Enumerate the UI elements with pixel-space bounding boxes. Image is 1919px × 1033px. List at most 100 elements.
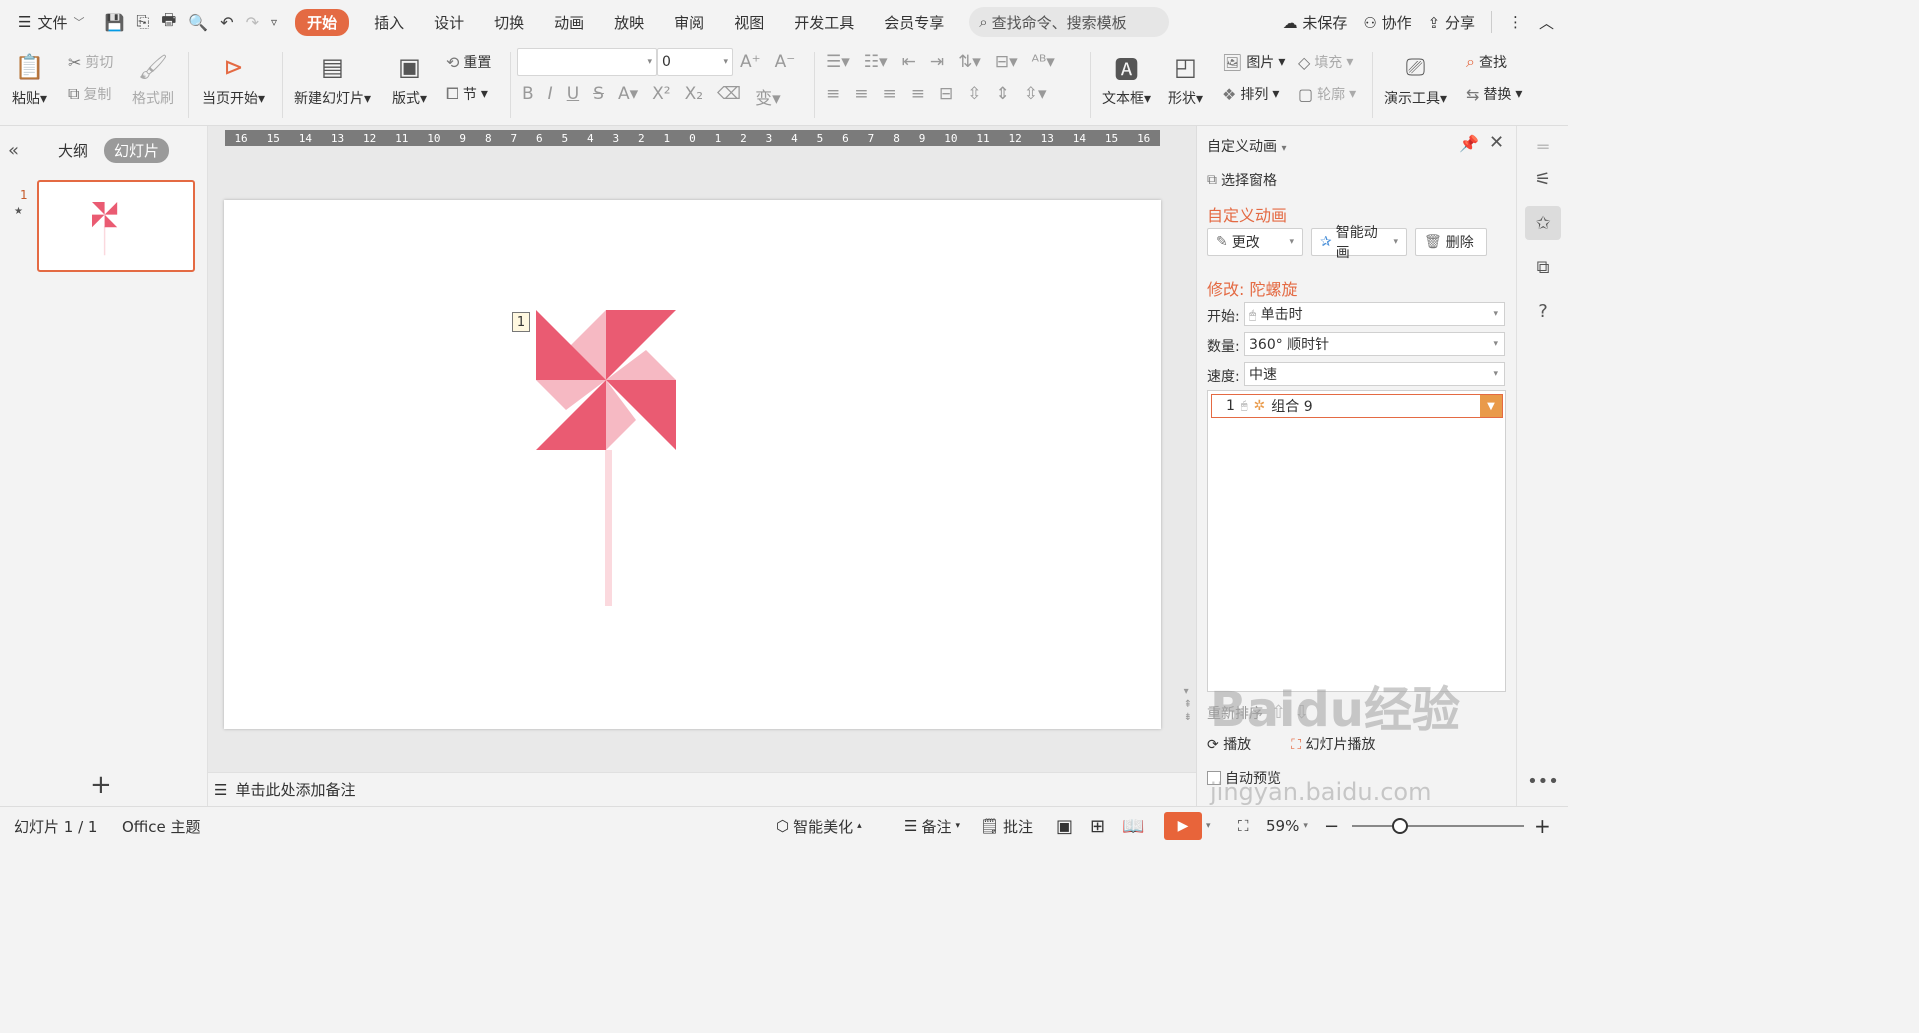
notes-button[interactable]: ☰ 备注 ▾ [904,807,960,845]
print-preview-icon[interactable]: 🔍 [188,13,208,32]
tab-review[interactable]: 审阅 [674,9,704,36]
close-icon[interactable]: ✕ [1489,132,1504,153]
zoom-level[interactable]: 59% ▾ [1266,807,1308,845]
export-icon[interactable]: ⎘ [136,12,149,32]
font-color-icon[interactable]: A▾ [618,84,638,109]
slide-transition-icon[interactable]: ⧉ [1525,250,1561,284]
animation-order-tag[interactable]: 1 [512,312,530,332]
underline-icon[interactable]: U [567,84,579,109]
more-icon[interactable]: ⋮ [1508,13,1523,31]
reset-button[interactable]: ⟲ 重置 [446,52,491,72]
presentation-tool-button[interactable]: ⎚ 演示工具▾ [1384,50,1447,108]
chevron-down-icon[interactable]: ▼ [1480,395,1502,417]
pinwheel-group[interactable] [536,310,681,610]
properties-icon[interactable]: ⚟ [1525,162,1561,196]
zoom-slider[interactable] [1352,807,1524,845]
pane-title[interactable]: 自定义动画 ▾ [1207,136,1286,156]
picture-button[interactable]: 🖼 图片 ▾ [1222,52,1285,72]
animation-icon[interactable]: ✩ [1525,206,1561,240]
replace-button[interactable]: ⇆ 替换 ▾ [1466,84,1522,104]
distribute-icon[interactable]: ⊟ [939,84,953,104]
change-button[interactable]: ✎ 更改 ▾ [1207,228,1303,256]
print-icon[interactable]: 🖶 [161,9,176,36]
align-center-icon[interactable]: ≡ [854,84,868,104]
align-left-icon[interactable]: ≡ [826,84,840,104]
columns-icon[interactable]: ⊟▾ [995,52,1018,72]
undo-icon[interactable]: ↶ [220,13,233,32]
tab-home[interactable]: 开始 [295,8,350,36]
numbering-icon[interactable]: ☷▾ [864,52,888,72]
share-button[interactable]: ⇪ 分享 [1428,12,1475,33]
decrease-indent-icon[interactable]: ⇤ [902,52,916,72]
copy-button[interactable]: ⧉ 复制 [68,84,111,104]
zoom-out-icon[interactable]: − [1324,807,1339,845]
paste-button[interactable]: 📋 粘贴▾ [12,50,47,108]
slideshow-play-button[interactable]: ▶ ▾ [1164,807,1211,845]
tab-developer[interactable]: 开发工具 [794,9,854,36]
smart-animation-button[interactable]: ✰ 智能动画 ▾ [1311,225,1407,261]
save-icon[interactable]: 💾 [104,13,124,32]
find-button[interactable]: ⌕ 查找 [1466,52,1507,72]
shape-button[interactable]: ◰ 形状▾ [1168,50,1203,108]
grow-font-icon[interactable]: A⁺ [740,52,761,72]
file-menu[interactable]: ☰ 文件 ﹀ [0,12,94,33]
outline-button[interactable]: ▢ 轮廓 ▾ [1298,84,1356,104]
tab-outline[interactable]: 大纲 [48,138,98,163]
redo-icon[interactable]: ↷ [246,13,259,32]
notes-area[interactable]: ☰ 单击此处添加备注 [208,772,1196,806]
unsaved-button[interactable]: ☁ 未保存 [1283,12,1348,33]
tab-insert[interactable]: 插入 [374,9,404,36]
sorter-view-icon[interactable]: ⊞ [1090,807,1105,845]
textbox-button[interactable]: 🅰 文本框▾ [1102,50,1151,108]
pin-icon[interactable]: 📌 [1459,134,1479,153]
text-direction-icon[interactable]: ⇅▾ [958,52,981,72]
text-effects-icon[interactable]: ᴬᴮ▾ [1032,52,1055,72]
align-right-icon[interactable]: ≡ [883,84,897,104]
tab-slideshow[interactable]: 放映 [614,9,644,36]
comment-button[interactable]: 🗒 批注 [980,807,1033,845]
help-icon[interactable]: ? [1525,294,1561,328]
tab-animation[interactable]: 动画 [554,9,584,36]
select-pane-link[interactable]: ⧉ 选择窗格 [1207,170,1277,190]
layout-button[interactable]: ▣ 版式▾ [392,50,427,108]
subscript-icon[interactable]: X₂ [685,84,703,109]
arrange-button[interactable]: ❖ 排列 ▾ [1222,84,1279,104]
move-up-icon[interactable]: ⇧ [1271,702,1286,723]
collab-button[interactable]: ⚇ 协作 [1363,12,1411,33]
italic-icon[interactable]: I [548,84,553,109]
reading-view-icon[interactable]: 📖 [1122,807,1144,845]
move-down-icon[interactable]: ⇩ [1294,702,1309,723]
amount-select[interactable]: 360° 顺时针 ▾ [1244,332,1505,356]
para-spacing-icon[interactable]: ⇳▾ [1024,84,1047,104]
normal-view-icon[interactable]: ▣ [1056,807,1073,845]
font-family-select[interactable]: ▾ [517,48,657,76]
tab-view[interactable]: 视图 [734,9,764,36]
increase-indent-icon[interactable]: ⇥ [930,52,944,72]
from-current-button[interactable]: ⊳ 当页开始▾ [202,50,265,108]
justify-icon[interactable]: ≡ [911,84,925,104]
line-spacing-icon[interactable]: ⇳ [967,84,981,104]
customize-icon[interactable]: ▿ [271,15,277,29]
new-slide-button[interactable]: ▤ 新建幻灯片▾ [294,50,371,108]
more-options-icon[interactable]: ••• [1525,764,1561,798]
slideshow-button[interactable]: ⛶ 幻灯片播放 [1291,734,1375,754]
auto-preview-checkbox[interactable]: 自动预览 [1207,768,1281,788]
font-size-select[interactable]: 0 ▾ [657,48,733,76]
bold-icon[interactable]: B [522,84,534,109]
fill-button[interactable]: ◇ 填充 ▾ [1298,52,1353,72]
section-button[interactable]: ⧠ 节 ▾ [446,84,488,104]
vertical-align-icon[interactable]: ⇕ [996,84,1010,104]
beautify-button[interactable]: ⬡ 智能美化 ▴ [776,807,862,845]
phonetic-icon[interactable]: 变▾ [755,84,781,109]
canvas-scroll-arrows[interactable]: ▾ ⇞ ⇟ [1184,686,1192,723]
theme-name[interactable]: Office 主题 [122,807,201,845]
superscript-icon[interactable]: X² [652,84,670,109]
tab-transition[interactable]: 切换 [494,9,524,36]
strikethrough-icon[interactable]: S [593,84,604,109]
collapse-panel-icon[interactable]: « [8,140,19,161]
play-button[interactable]: ⟳ 播放 [1207,734,1251,754]
search-box[interactable]: ⌕ 查找命令、搜索模板 [969,7,1170,37]
tab-design[interactable]: 设计 [434,9,464,36]
slide-canvas[interactable]: 1 [224,200,1161,729]
start-select[interactable]: 🖱 单击时 ▾ [1244,302,1505,326]
